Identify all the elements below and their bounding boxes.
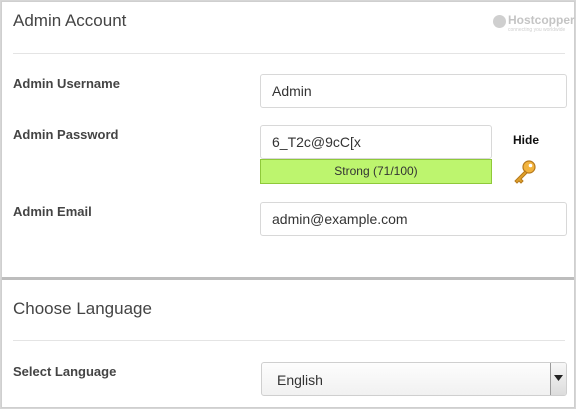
hostcopper-logo-icon: [493, 15, 506, 28]
logo-tagline: connecting you worldwide: [508, 27, 566, 33]
select-language-label: Select Language: [13, 364, 117, 379]
language-divider: [13, 340, 565, 341]
admin-email-label: Admin Email: [13, 204, 92, 219]
password-strength-meter: Strong (71/100): [260, 159, 492, 184]
section-divider: [13, 53, 565, 54]
section-separator: [2, 277, 574, 280]
hostcopper-logo: Hostcopper connecting you worldwide: [493, 13, 575, 37]
language-select[interactable]: English: [261, 362, 567, 396]
logo-name: Hostcopper: [508, 13, 575, 27]
install-form-panel: Admin Account Hostcopper connecting you …: [1, 1, 575, 408]
admin-password-input[interactable]: [260, 125, 492, 159]
admin-username-label: Admin Username: [13, 76, 120, 91]
admin-password-label: Admin Password: [13, 127, 119, 142]
admin-email-input[interactable]: [260, 202, 567, 236]
admin-username-input[interactable]: [260, 74, 567, 108]
language-select-value: English: [277, 372, 323, 388]
key-icon[interactable]: [512, 159, 538, 185]
choose-language-title: Choose Language: [13, 299, 152, 318]
hide-password-link[interactable]: Hide: [513, 133, 539, 147]
dropdown-arrow-icon[interactable]: [550, 363, 566, 395]
admin-account-title: Admin Account: [13, 11, 127, 30]
